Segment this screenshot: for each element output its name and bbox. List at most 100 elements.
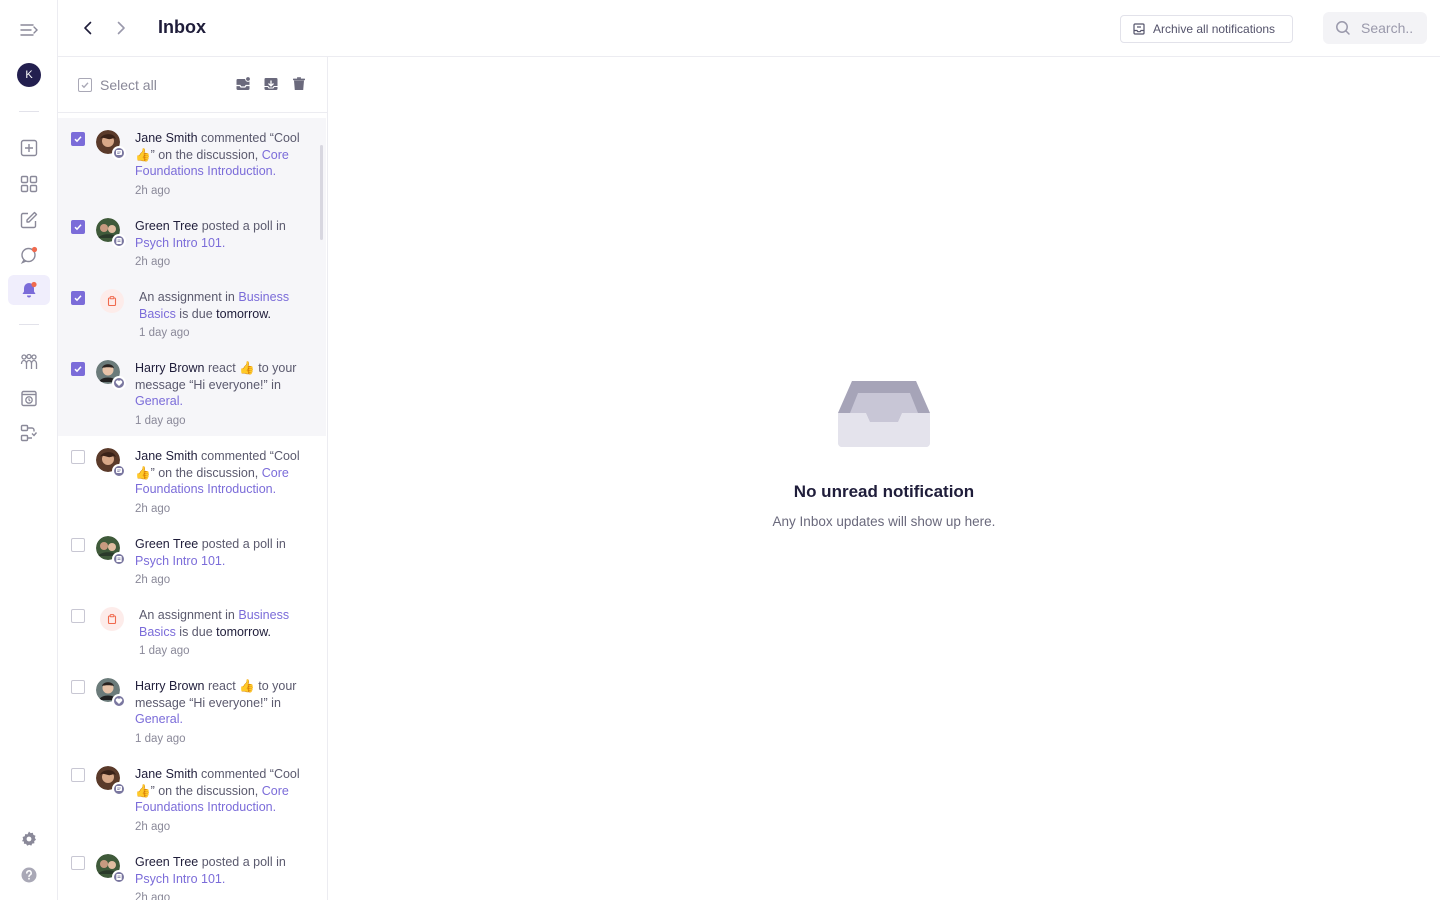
- people-icon: [20, 353, 38, 369]
- comment-badge-icon: [116, 786, 122, 791]
- bell-icon: [22, 281, 37, 298]
- search-box[interactable]: [1323, 12, 1427, 44]
- notification-emphasis: tomorrow.: [216, 306, 272, 321]
- notification-link[interactable]: General.: [135, 394, 183, 408]
- empty-state: No unread notification Any Inbox updates…: [328, 57, 1440, 900]
- notification-time: 1 day ago: [135, 733, 186, 745]
- check-icon: [74, 366, 82, 373]
- mark-read-button[interactable]: [235, 76, 251, 92]
- item-checkbox[interactable]: [71, 132, 85, 146]
- item-checkbox[interactable]: [71, 538, 85, 552]
- top-bar: Inbox Archive all notifications: [58, 0, 1440, 57]
- notification-actor[interactable]: Green Tree: [135, 537, 198, 551]
- assignment-icon: [100, 607, 124, 631]
- notification-link[interactable]: General.: [135, 712, 183, 726]
- notification-link[interactable]: Psych Intro 101.: [135, 554, 225, 568]
- poll-badge-icon: [116, 238, 122, 244]
- notification-item[interactable]: Jane Smith commented “Cool 👍” on the dis…: [58, 118, 326, 206]
- rail-item-create[interactable]: [8, 133, 50, 163]
- notification-actor[interactable]: Jane Smith: [135, 131, 198, 145]
- notification-time: 2h ago: [135, 256, 171, 268]
- notification-time: 2h ago: [135, 821, 171, 833]
- item-checkbox[interactable]: [71, 362, 85, 376]
- archive-icon: [264, 78, 278, 90]
- rail-item-people[interactable]: [8, 347, 50, 377]
- notification-item[interactable]: Harry Brown react 👍 to your message “Hi …: [58, 348, 326, 436]
- empty-state-title: No unread notification: [793, 482, 975, 501]
- archive-selected-button[interactable]: [263, 76, 279, 92]
- assignment-icon: [100, 289, 124, 313]
- check-icon: [74, 224, 82, 231]
- archive-all-label: Archive all notifications: [1153, 22, 1276, 36]
- calendar-clock-icon: [21, 390, 37, 407]
- user-avatar[interactable]: K: [17, 63, 41, 87]
- list-scrollbar[interactable]: [320, 145, 323, 240]
- item-checkbox[interactable]: [71, 680, 85, 694]
- notification-time: 2h ago: [135, 185, 171, 197]
- search-icon: [1336, 21, 1350, 35]
- notification-text: Harry Brown react 👍 to your message “Hi …: [135, 360, 315, 410]
- rail-item-apps[interactable]: [8, 169, 50, 199]
- avatar: [96, 766, 126, 796]
- notification-text: An assignment in Business Basics is due …: [139, 289, 319, 322]
- rail-item-help[interactable]: [8, 860, 50, 890]
- notification-body: is due: [175, 624, 217, 639]
- rail-item-workflow[interactable]: [8, 418, 50, 448]
- notification-link[interactable]: Psych Intro 101.: [135, 872, 225, 886]
- page-title: Inbox: [158, 17, 206, 37]
- notification-body: posted a poll in: [198, 537, 286, 551]
- empty-inbox-icon: [838, 381, 930, 447]
- archive-all-button[interactable]: Archive all notifications: [1120, 15, 1293, 43]
- notification-item[interactable]: An assignment in Business Basics is due …: [58, 277, 326, 348]
- notification-item[interactable]: Harry Brown react 👍 to your message “Hi …: [58, 666, 326, 754]
- menu-expand-button[interactable]: [8, 15, 50, 45]
- notification-actor[interactable]: Harry Brown: [135, 679, 204, 693]
- chevron-left-icon: [84, 21, 92, 35]
- notification-item[interactable]: Jane Smith commented “Cool 👍” on the dis…: [58, 436, 326, 524]
- notification-item[interactable]: Green Tree posted a poll in Psych Intro …: [58, 524, 326, 595]
- item-checkbox[interactable]: [71, 291, 85, 305]
- notification-body: posted a poll in: [198, 855, 286, 869]
- item-checkbox[interactable]: [71, 768, 85, 782]
- item-checkbox[interactable]: [71, 450, 85, 464]
- notification-list-panel: Select all Jane Smith commented “Cool 👍”…: [58, 57, 328, 900]
- notification-actor[interactable]: Harry Brown: [135, 361, 204, 375]
- back-button[interactable]: [76, 16, 100, 40]
- edit-icon: [20, 211, 38, 229]
- notification-text: Jane Smith commented “Cool 👍” on the dis…: [135, 130, 315, 180]
- empty-state-subtitle: Any Inbox updates will show up here.: [772, 514, 996, 529]
- poll-badge-icon: [116, 556, 122, 562]
- select-all-checkbox[interactable]: [78, 78, 92, 92]
- rail-item-chat[interactable]: [8, 240, 50, 270]
- notification-body: posted a poll in: [198, 219, 286, 233]
- rail-item-edit[interactable]: [8, 205, 50, 235]
- notification-actor[interactable]: Green Tree: [135, 219, 198, 233]
- delete-selected-button[interactable]: [291, 76, 307, 92]
- item-checkbox[interactable]: [71, 856, 85, 870]
- rail-item-notifications[interactable]: [8, 275, 50, 305]
- check-icon: [74, 136, 82, 143]
- notification-link[interactable]: Psych Intro 101.: [135, 236, 225, 250]
- notification-actor[interactable]: Jane Smith: [135, 449, 198, 463]
- poll-badge-icon: [116, 874, 122, 880]
- workflow-icon: [20, 424, 38, 442]
- item-checkbox[interactable]: [71, 220, 85, 234]
- rail-item-settings[interactable]: [8, 824, 50, 854]
- notification-text: Green Tree posted a poll in Psych Intro …: [135, 854, 315, 887]
- avatar: [96, 854, 126, 884]
- item-checkbox[interactable]: [71, 609, 85, 623]
- notification-actor[interactable]: Green Tree: [135, 855, 198, 869]
- notification-item[interactable]: Green Tree posted a poll in Psych Intro …: [58, 842, 326, 900]
- select-all[interactable]: Select all: [78, 77, 157, 93]
- notification-actor[interactable]: Jane Smith: [135, 767, 198, 781]
- notification-item[interactable]: Green Tree posted a poll in Psych Intro …: [58, 206, 326, 277]
- notification-item[interactable]: An assignment in Business Basics is due …: [58, 595, 326, 666]
- select-all-label: Select all: [100, 77, 157, 93]
- mark-read-icon: [236, 76, 251, 90]
- rail-item-schedule[interactable]: [8, 383, 50, 413]
- left-rail: K: [0, 0, 58, 900]
- notification-item[interactable]: Jane Smith commented “Cool 👍” on the dis…: [58, 754, 326, 842]
- forward-button[interactable]: [109, 16, 133, 40]
- notification-time: 1 day ago: [139, 327, 190, 339]
- search-input[interactable]: [1361, 20, 1417, 36]
